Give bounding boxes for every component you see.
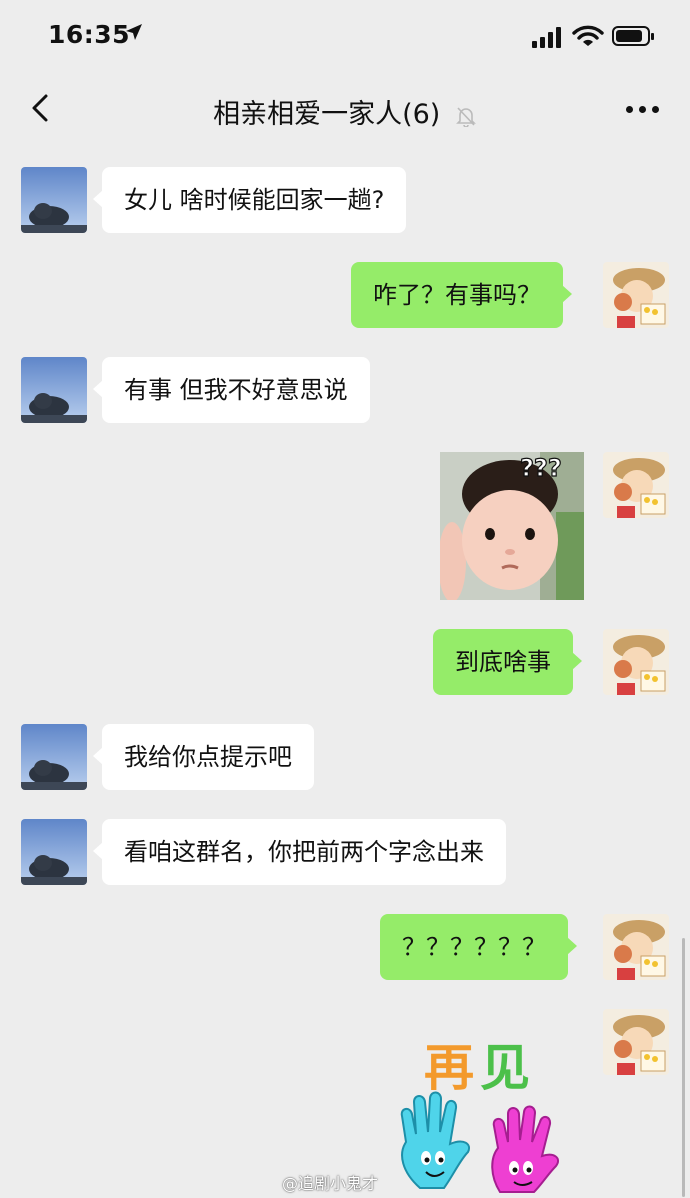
watermark-text: @追剧小鬼才 [282,1174,379,1193]
scrollbar[interactable] [682,938,685,1197]
message-bubble[interactable]: 看咱这群名，你把前两个字念出来 [93,819,506,885]
baby-sticker-image[interactable]: ??? [440,452,584,600]
message-text: 看咱这群名，你把前两个字念出来 [124,838,484,866]
cartoon-girl-avatar-icon [603,1009,669,1075]
chat-title-row: 相亲相爱一家人(6) [0,92,690,131]
cellular-signal-icon [532,26,564,48]
message-bubble[interactable]: ？？？？？？ [380,914,577,980]
sky-tree-avatar-icon [21,819,87,885]
message-text: 有事 但我不好意思说 [124,376,348,404]
user-avatar[interactable] [603,262,669,328]
user-avatar[interactable] [603,1009,669,1075]
message-text: ？？？？？？ [402,933,546,961]
baby-face-icon [440,452,584,600]
message-text: 到底啥事 [455,648,551,676]
chat-header: 相亲相爱一家人(6) [0,70,690,146]
cartoon-girl-avatar-icon [603,262,669,328]
waving-hands-icon [400,1091,560,1193]
message-bubble[interactable]: 我给你点提示吧 [93,724,314,790]
sky-tree-avatar-icon [21,357,87,423]
message-text: 我给你点提示吧 [124,743,292,771]
message-bubble[interactable]: 到底啥事 [433,629,582,695]
sky-tree-avatar-icon [21,724,87,790]
user-avatar[interactable] [603,914,669,980]
mom-avatar[interactable] [21,167,87,233]
mom-avatar[interactable] [21,819,87,885]
user-avatar[interactable] [603,629,669,695]
user-avatar[interactable] [603,452,669,518]
cartoon-girl-avatar-icon [603,629,669,695]
message-text: 咋了？有事吗？ [373,281,541,309]
goodbye-sticker[interactable]: 再见 [390,1020,590,1197]
mom-avatar[interactable] [21,357,87,423]
mute-bell-icon [455,106,476,127]
sky-tree-avatar-icon [21,167,87,233]
battery-icon [612,26,654,46]
sticker-question-marks: ??? [519,453,562,482]
message-text: 女儿 啥时候能回家一趟? [124,186,385,214]
status-time: 16:35 [48,20,131,49]
more-options-icon[interactable] [626,104,662,114]
chat-title: 相亲相爱一家人(6) [213,99,441,130]
cartoon-girl-avatar-icon [603,452,669,518]
cartoon-girl-avatar-icon [603,914,669,980]
message-bubble[interactable]: 咋了？有事吗？ [351,262,572,328]
wifi-icon [572,25,604,46]
location-arrow-icon [126,24,142,40]
mom-avatar[interactable] [21,724,87,790]
status-bar: 16:35 [0,0,690,70]
message-bubble[interactable]: 有事 但我不好意思说 [93,357,370,423]
message-bubble[interactable]: 女儿 啥时候能回家一趟? [92,167,407,233]
